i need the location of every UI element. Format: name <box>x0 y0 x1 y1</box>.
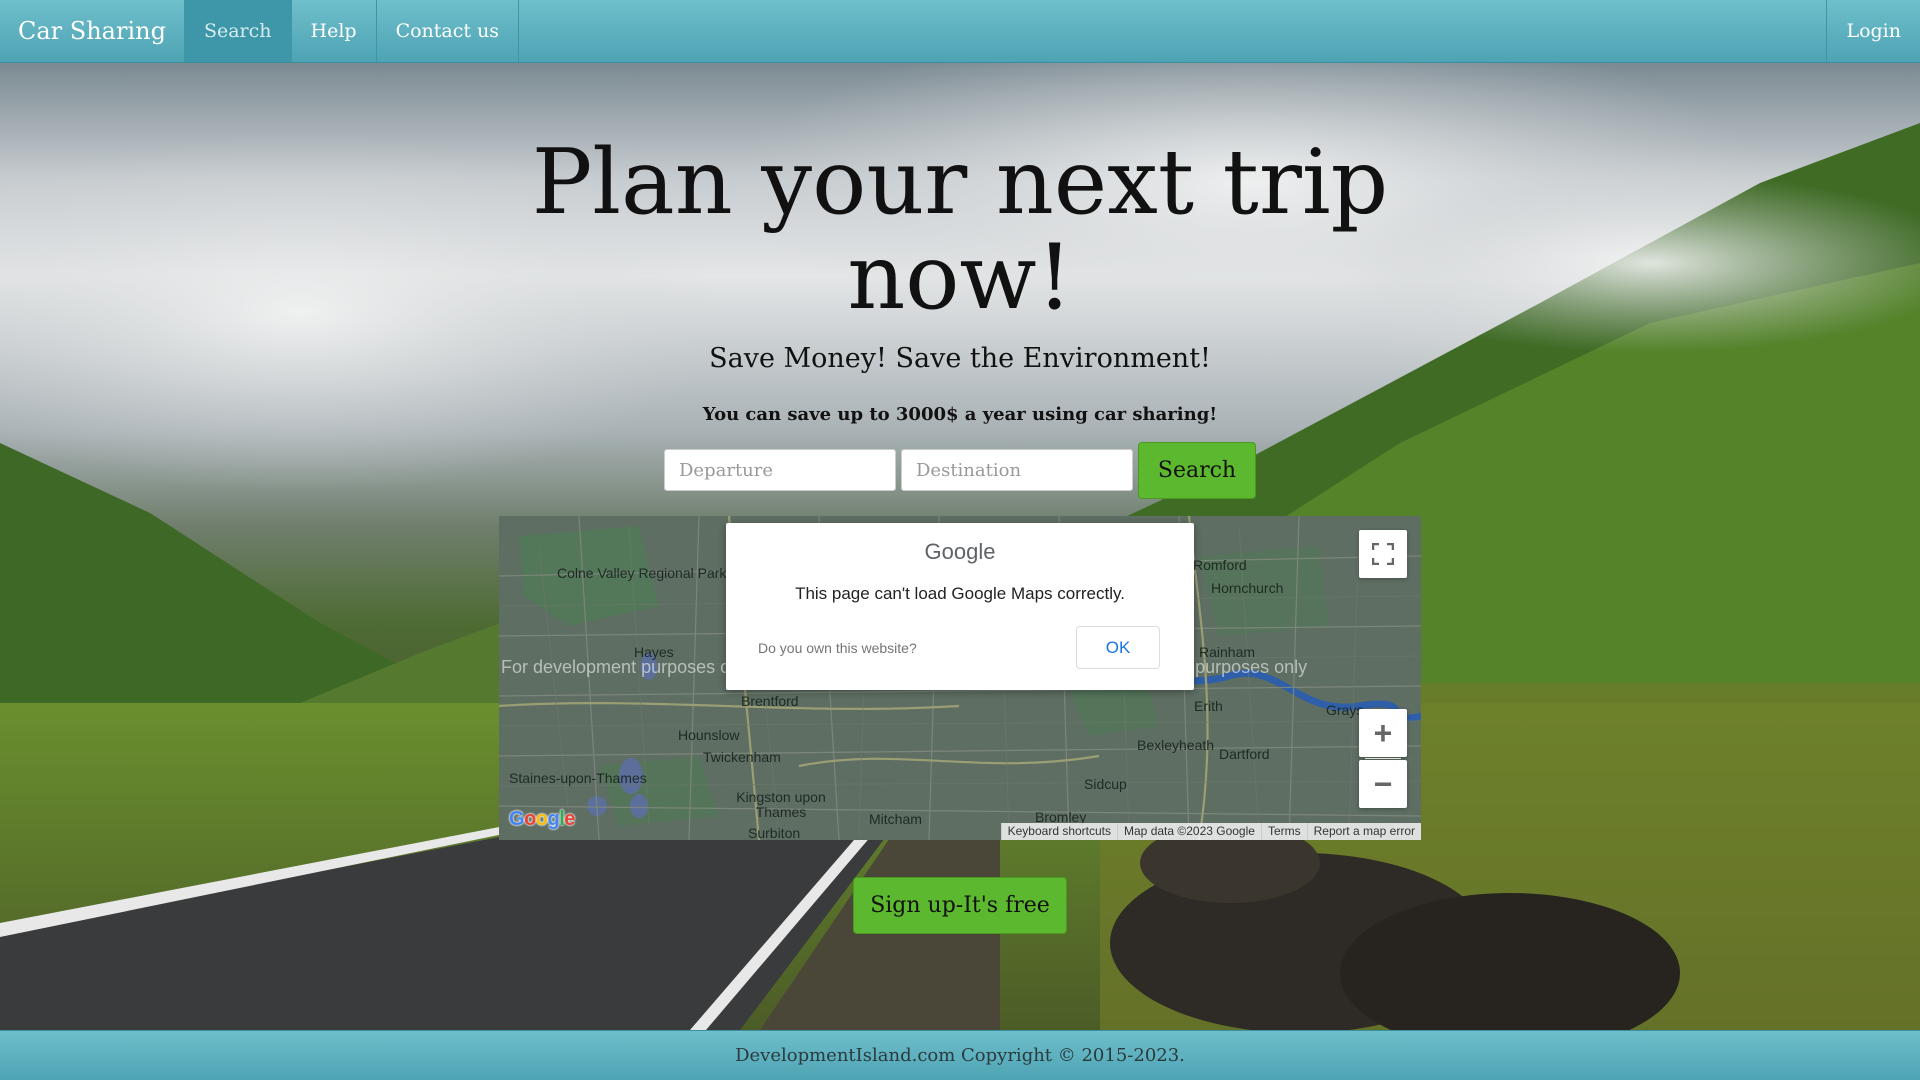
brand-link[interactable]: Car Sharing <box>0 0 185 62</box>
fullscreen-icon <box>1372 543 1394 565</box>
own-website-link[interactable]: Do you own this website? <box>758 640 917 656</box>
nav-item-login[interactable]: Login <box>1826 0 1920 62</box>
zoom-in-button[interactable]: + <box>1359 709 1407 757</box>
map-place-label: Brentford <box>741 693 799 709</box>
nav-item-search[interactable]: Search <box>184 0 292 62</box>
report-error-link[interactable]: Report a map error <box>1306 823 1421 840</box>
keyboard-shortcuts-link[interactable]: Keyboard shortcuts <box>1000 823 1118 840</box>
map-place-label: Kingston upon Thames <box>736 789 826 820</box>
page-title: Plan your next trip now! <box>0 135 1920 325</box>
dialog-message: This page can't load Google Maps correct… <box>795 584 1125 603</box>
footer: DevelopmentIsland.com Copyright © 2015-2… <box>0 1030 1920 1080</box>
fullscreen-button[interactable] <box>1359 530 1407 578</box>
savings-text: You can save up to 3000$ a year using ca… <box>702 404 1218 425</box>
map-place-label: Twickenham <box>703 749 781 765</box>
map-place-label: Erith <box>1194 698 1223 714</box>
terms-link[interactable]: Terms <box>1260 823 1307 840</box>
map-place-label: Mitcham <box>869 811 922 827</box>
map-watermark: For development purposes only <box>501 657 754 677</box>
departure-input[interactable] <box>664 449 896 491</box>
map-place-label: Sidcup <box>1084 776 1127 792</box>
page-title-line2: now! <box>847 225 1073 330</box>
map-place-label: Staines-upon-Thames <box>509 770 647 786</box>
page-title-line1: Plan your next trip <box>531 130 1389 235</box>
map-place-label: Surbiton <box>748 825 801 840</box>
maps-error-dialog: Google This page can't load Google Maps … <box>726 523 1194 690</box>
signup-button[interactable]: Sign up-It's free <box>853 877 1067 934</box>
map-place-label: Grays <box>1326 702 1364 718</box>
nav-item-help[interactable]: Help <box>292 0 377 62</box>
destination-input[interactable] <box>901 449 1133 491</box>
google-logo: Google <box>924 539 996 564</box>
map-place-label: Dartford <box>1219 746 1270 762</box>
nav-item-contact[interactable]: Contact us <box>377 0 520 62</box>
zoom-out-button[interactable]: − <box>1359 760 1407 808</box>
map-attribution: Keyboard shortcuts Map data ©2023 Google… <box>1000 823 1421 840</box>
map-place-label: Romford <box>1193 557 1247 573</box>
navbar: Car Sharing Search Help Contact us Login <box>0 0 1920 63</box>
google-map-logo[interactable]: Google <box>509 808 575 831</box>
map-place-label: Hounslow <box>678 727 740 743</box>
ok-button[interactable]: OK <box>1076 626 1160 669</box>
map-place-label: Bexleyheath <box>1137 737 1215 753</box>
subheadline: Save Money! Save the Environment! <box>709 343 1211 374</box>
search-button[interactable]: Search <box>1138 442 1256 499</box>
map-data-label: Map data ©2023 Google <box>1117 823 1261 840</box>
map-place-label: Colne Valley Regional Park <box>557 565 727 581</box>
map-place-label: Hornchurch <box>1211 580 1284 596</box>
copyright-text: DevelopmentIsland.com Copyright © 2015-2… <box>735 1045 1185 1066</box>
